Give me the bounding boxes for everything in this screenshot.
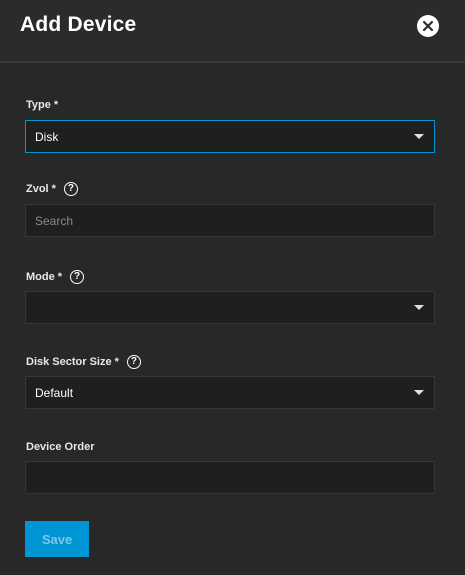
help-icon[interactable]: ? xyxy=(126,355,141,369)
device-order-label: Device Order xyxy=(26,441,94,453)
required-mark: * xyxy=(53,99,59,111)
save-button[interactable]: Save xyxy=(25,521,89,557)
chevron-down-icon xyxy=(414,390,424,395)
required-mark: * xyxy=(114,356,119,368)
device-order-field[interactable] xyxy=(25,461,435,494)
mode-label-text: Mode xyxy=(26,271,55,283)
required-mark: * xyxy=(57,271,63,283)
close-icon xyxy=(422,20,434,32)
help-icon[interactable]: ? xyxy=(63,182,78,196)
type-select-value: Disk xyxy=(35,129,59,144)
disk-sector-size-label: Disk Sector Size * ? xyxy=(26,355,141,369)
type-label: Type * xyxy=(26,99,58,111)
chevron-down-icon xyxy=(414,134,424,139)
dialog-header: Add Device xyxy=(0,0,465,63)
disk-sector-size-label-text: Disk Sector Size xyxy=(26,356,112,368)
disk-sector-size-select[interactable]: Default xyxy=(25,376,435,409)
required-mark: * xyxy=(51,183,56,195)
help-icon[interactable]: ? xyxy=(70,270,85,284)
mode-label: Mode * ? xyxy=(26,270,85,284)
mode-select[interactable] xyxy=(25,291,435,324)
zvol-search-input[interactable] xyxy=(35,213,434,228)
type-label-text: Type xyxy=(26,99,51,111)
zvol-search-field[interactable] xyxy=(25,204,435,237)
zvol-label-text: Zvol xyxy=(26,183,49,195)
close-button[interactable] xyxy=(417,15,439,37)
dialog-title: Add Device xyxy=(20,13,137,36)
device-order-input[interactable] xyxy=(35,470,434,485)
device-order-label-text: Device Order xyxy=(26,441,95,453)
disk-sector-size-select-value: Default xyxy=(35,385,74,400)
type-select[interactable]: Disk xyxy=(25,120,435,153)
chevron-down-icon xyxy=(414,305,424,310)
zvol-label: Zvol * ? xyxy=(26,182,78,196)
